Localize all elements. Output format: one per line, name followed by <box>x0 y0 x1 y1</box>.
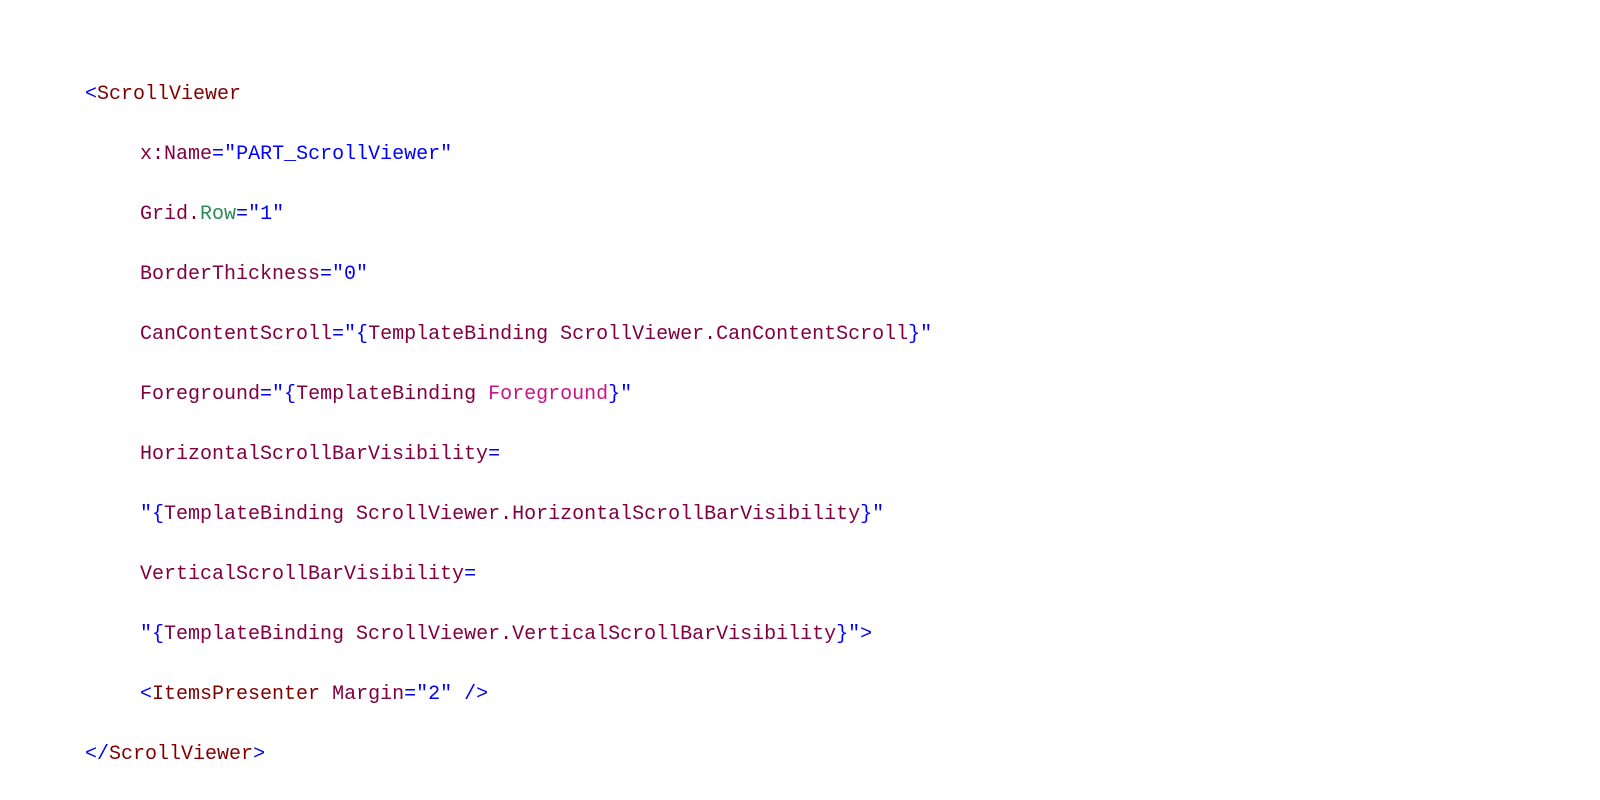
quote-open: "{ <box>344 323 368 346</box>
template-binding: TemplateBinding <box>164 623 356 646</box>
equals: = <box>212 143 224 166</box>
quote-close: }" <box>608 383 632 406</box>
code-line: HorizontalScrollBarVisibility= <box>85 440 1600 470</box>
code-line: VerticalScrollBarVisibility= <box>85 560 1600 590</box>
attr-value: "2" <box>416 683 452 706</box>
code-line: "{TemplateBinding ScrollViewer.VerticalS… <box>85 620 1600 650</box>
equals: = <box>404 683 416 706</box>
attr-verticalscrollbarvisibility: VerticalScrollBarVisibility <box>140 563 464 586</box>
attr-row: Row <box>200 203 236 226</box>
attr-value: "0" <box>332 263 368 286</box>
tag-scrollviewer: ScrollViewer <box>97 83 241 106</box>
code-line: <ScrollViewer <box>85 80 1600 110</box>
attr-colon: : <box>152 143 164 166</box>
quote-close: }" <box>836 623 860 646</box>
code-line: "{TemplateBinding ScrollViewer.Horizonta… <box>85 500 1600 530</box>
template-binding: TemplateBinding <box>164 503 356 526</box>
attr-horizontalscrollbarvisibility: HorizontalScrollBarVisibility <box>140 443 488 466</box>
binding-path: ScrollViewer.VerticalScrollBarVisibility <box>356 623 836 646</box>
attr-foreground: Foreground <box>140 383 260 406</box>
quote-close: }" <box>860 503 884 526</box>
code-line: BorderThickness="0" <box>85 260 1600 290</box>
template-binding: TemplateBinding <box>296 383 488 406</box>
quote-open: "{ <box>140 623 164 646</box>
equals: = <box>488 443 500 466</box>
equals: = <box>236 203 248 226</box>
quote-open: "{ <box>140 503 164 526</box>
code-line: <ItemsPresenter Margin="2" /> <box>85 680 1600 710</box>
code-line: Foreground="{TemplateBinding Foreground}… <box>85 380 1600 410</box>
equals: = <box>260 383 272 406</box>
quote-open: "{ <box>272 383 296 406</box>
binding-foreground: Foreground <box>488 383 608 406</box>
attr-cancontentscroll: CanContentScroll <box>140 323 332 346</box>
equals: = <box>332 323 344 346</box>
attr-borderthickness: BorderThickness <box>140 263 320 286</box>
equals: = <box>320 263 332 286</box>
close-bracket: > <box>860 623 872 646</box>
attr-namespace: x <box>140 143 152 166</box>
close-bracket: > <box>253 743 265 766</box>
tag-scrollviewer-close: ScrollViewer <box>109 743 253 766</box>
code-line: x:Name="PART_ScrollViewer" <box>85 140 1600 170</box>
code-line: </ScrollViewer> <box>85 740 1600 770</box>
attr-value: "1" <box>248 203 284 226</box>
attr-name: Name <box>164 143 212 166</box>
xaml-code-block: <ScrollViewer x:Name="PART_ScrollViewer"… <box>85 50 1600 800</box>
tag-itemspresenter: ItemsPresenter <box>152 683 320 706</box>
open-bracket: < <box>140 683 152 706</box>
attr-dot: . <box>188 203 200 226</box>
code-line: Grid.Row="1" <box>85 200 1600 230</box>
self-close: /> <box>452 683 488 706</box>
open-bracket: < <box>85 83 97 106</box>
open-bracket: < <box>85 743 97 766</box>
code-line: CanContentScroll="{TemplateBinding Scrol… <box>85 320 1600 350</box>
attr-grid: Grid <box>140 203 188 226</box>
attr-value: "PART_ScrollViewer" <box>224 143 452 166</box>
attr-margin: Margin <box>332 683 404 706</box>
equals: = <box>464 563 476 586</box>
binding-path: ScrollViewer.HorizontalScrollBarVisibili… <box>356 503 860 526</box>
quote-close: }" <box>908 323 932 346</box>
close-slash: / <box>97 743 109 766</box>
binding-path: ScrollViewer.CanContentScroll <box>560 323 908 346</box>
template-binding: TemplateBinding <box>368 323 560 346</box>
